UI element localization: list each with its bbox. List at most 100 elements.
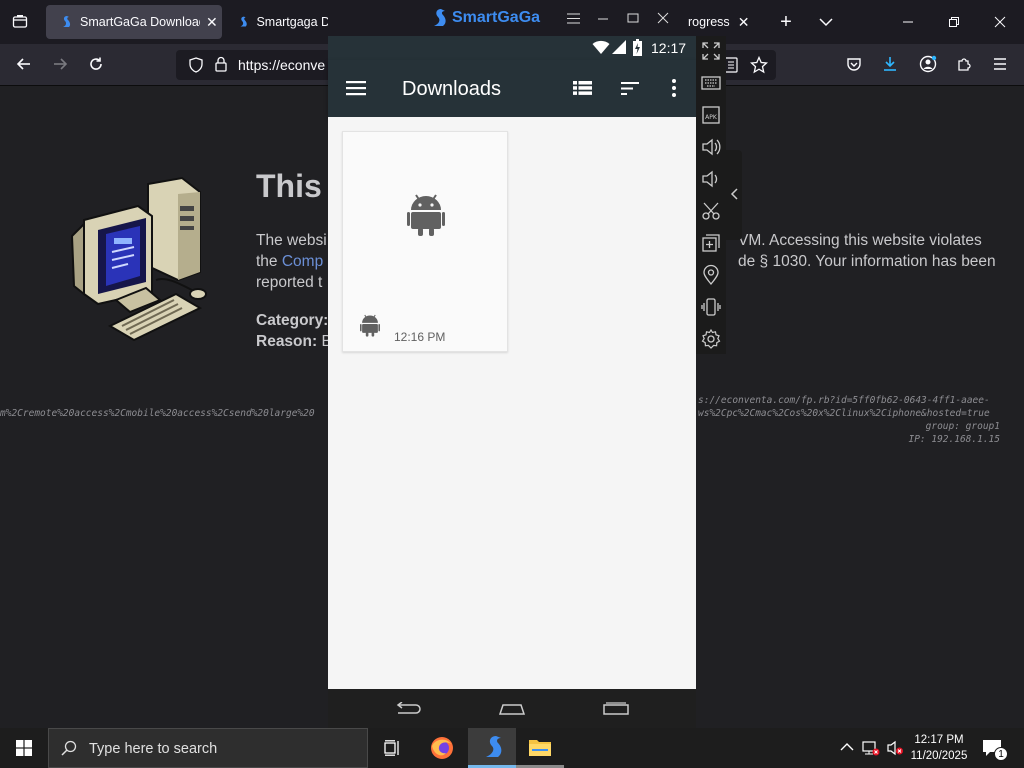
taskbar-file-explorer[interactable] <box>516 728 564 768</box>
tab-smartgaga-do[interactable]: Smartgaga Do <box>224 5 328 39</box>
account-icon[interactable] <box>912 48 944 80</box>
downloads-list-area: 12:16 PM <box>328 117 696 689</box>
emulator-toolbar: APK <box>696 36 726 354</box>
folder-icon <box>529 739 551 756</box>
android-status-bar: 12:17 <box>328 36 696 60</box>
android-back-icon[interactable] <box>392 693 424 725</box>
emulator-menu-icon[interactable] <box>557 2 589 34</box>
windows-logo-icon <box>16 740 32 756</box>
svg-text:APK: APK <box>705 114 718 121</box>
emulator-maximize-icon[interactable] <box>617 2 649 34</box>
task-view-icon <box>384 740 399 756</box>
clock-date: 11/20/2025 <box>910 750 968 762</box>
forward-icon[interactable] <box>44 48 76 80</box>
hamburger-menu-icon[interactable] <box>340 72 372 104</box>
downloads-icon[interactable] <box>874 48 906 80</box>
lock-icon[interactable] <box>214 56 228 72</box>
close-tab-icon[interactable]: ✕ <box>206 14 218 31</box>
clock-time: 12:17 PM <box>914 734 964 746</box>
menu-icon[interactable] <box>984 48 1016 80</box>
emulator-close-icon[interactable] <box>647 2 679 34</box>
volume-down-icon[interactable] <box>700 168 722 190</box>
android-home-icon[interactable] <box>496 693 528 725</box>
page-body-line2-start: the Comp <box>256 251 323 272</box>
reload-icon[interactable] <box>80 48 112 80</box>
firefox-icon <box>431 737 453 759</box>
android-clock: 12:17 <box>651 40 687 56</box>
smartgaga-swan-icon <box>486 735 502 757</box>
downloads-app-bar: Downloads <box>328 60 696 117</box>
screenshot-scissors-icon[interactable] <box>700 200 722 222</box>
new-tab-button[interactable]: + <box>770 6 802 38</box>
retro-computer-illustration <box>70 176 207 342</box>
shake-vibrate-icon[interactable] <box>700 296 722 318</box>
toolbar-collapse-handle[interactable] <box>726 150 742 240</box>
notification-count-badge: 1 <box>994 747 1008 761</box>
app-title: Downloads <box>402 78 501 100</box>
taskbar-smartgaga[interactable] <box>468 728 516 768</box>
android-recents-icon[interactable] <box>600 693 632 725</box>
android-file-type-icon <box>360 314 380 337</box>
url-text[interactable]: https://econve <box>238 57 325 73</box>
list-view-icon[interactable] <box>566 72 598 104</box>
task-view-button[interactable] <box>368 728 416 768</box>
action-center-button[interactable]: 1 <box>978 736 1008 762</box>
body-text: the <box>256 253 282 270</box>
emulator-minimize-icon[interactable] <box>587 2 619 34</box>
tab-smartgaga-download[interactable]: SmartGaGa Download ✕ <box>46 5 222 39</box>
pocket-icon[interactable] <box>838 48 870 80</box>
window-restore-icon[interactable] <box>938 6 970 38</box>
volume-muted-icon[interactable] <box>886 740 904 756</box>
reason-row: Reason: B <box>256 331 332 352</box>
taskbar-firefox[interactable] <box>418 728 466 768</box>
debug-ip: IP: 192.168.1.15 <box>908 434 1000 445</box>
tab-list-icon[interactable] <box>4 6 36 38</box>
smartgaga-swan-icon <box>63 16 71 27</box>
page-body-line2-end: de § 1030. Your information has been <box>738 253 996 270</box>
settings-gear-icon[interactable] <box>700 328 722 350</box>
network-disconnected-icon[interactable] <box>862 740 880 756</box>
page-body-line3: reported t <box>256 274 323 291</box>
windows-taskbar: Type here to search 12:17 PM 11/20/2025 … <box>0 728 1024 768</box>
multi-instance-icon[interactable] <box>700 232 722 254</box>
download-item-card[interactable]: 12:16 PM <box>342 131 508 352</box>
android-apk-icon <box>407 194 445 236</box>
extensions-icon[interactable] <box>948 48 980 80</box>
reason-label: Reason: <box>256 333 318 350</box>
keyboard-icon[interactable] <box>700 72 722 94</box>
back-icon[interactable] <box>8 48 40 80</box>
page-heading: This <box>256 168 322 204</box>
category-label: Category: <box>256 312 329 329</box>
taskbar-search-box[interactable]: Type here to search <box>48 728 368 768</box>
chevron-left-icon <box>730 188 738 200</box>
overflow-menu-icon[interactable] <box>658 72 690 104</box>
battery-charging-icon <box>633 39 642 56</box>
list-all-tabs-icon[interactable] <box>810 6 842 38</box>
sort-icon[interactable] <box>614 72 646 104</box>
android-nav-bar <box>328 689 696 728</box>
computer-fraud-link[interactable]: Comp <box>282 253 323 270</box>
fullscreen-icon[interactable] <box>700 40 722 62</box>
window-minimize-icon[interactable] <box>892 6 924 38</box>
emulator-title-bar: SmartGaGa <box>328 0 696 36</box>
windows-start-button[interactable] <box>0 728 48 768</box>
page-body-line1-start: The websi <box>256 232 327 249</box>
tab-label: SmartGaGa Download <box>80 15 200 29</box>
tracking-protection-shield-icon[interactable] <box>188 57 204 73</box>
volume-up-icon[interactable] <box>700 136 722 158</box>
window-close-icon[interactable] <box>984 6 1016 38</box>
bookmark-star-icon[interactable] <box>750 56 768 74</box>
tab-label: Smartgaga Do <box>256 15 328 29</box>
install-apk-icon[interactable]: APK <box>700 104 722 126</box>
query-fragment-text: m%2Cremote%20access%2Cmobile%20access%2C… <box>0 408 315 419</box>
wifi-icon <box>592 40 610 54</box>
smartgaga-swan-icon <box>240 16 247 27</box>
chevron-up-icon[interactable] <box>840 742 854 752</box>
reader-view-icon[interactable] <box>724 57 738 73</box>
taskbar-clock[interactable]: 12:17 PM 11/20/2025 <box>906 732 972 764</box>
emulator-title: SmartGaGa <box>452 9 541 26</box>
tab-progress[interactable]: rogress ✕ <box>684 5 764 39</box>
location-icon[interactable] <box>700 264 722 286</box>
close-tab-icon[interactable]: ✕ <box>738 14 750 31</box>
download-time: 12:16 PM <box>394 330 446 344</box>
